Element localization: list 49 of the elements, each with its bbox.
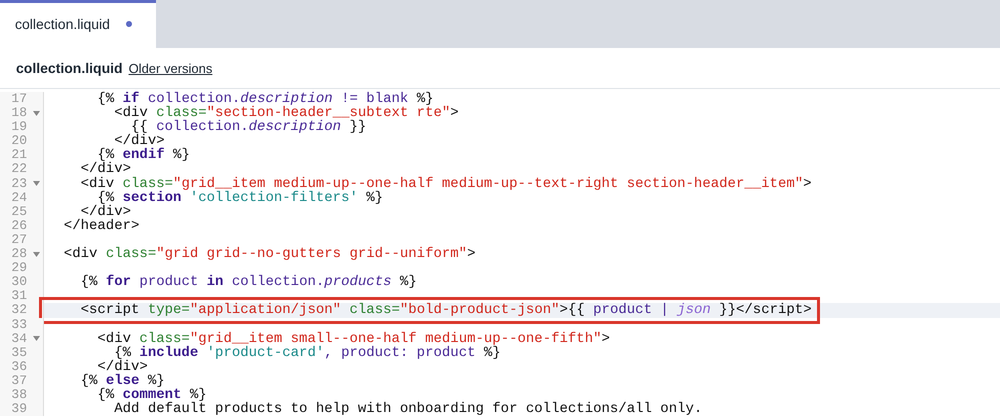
fold-caret-icon[interactable]: [32, 110, 40, 116]
code-line: {% comment %}: [97, 388, 207, 402]
line-number: 24: [11, 190, 28, 205]
file-title: collection.liquid: [16, 60, 123, 76]
code-line: </header>: [62, 218, 140, 233]
code-line: </div>: [97, 360, 148, 374]
code-line: <div class="section-header__subtext rte">: [113, 106, 459, 120]
line-number: 39: [11, 402, 28, 416]
line-number: 37: [11, 374, 28, 388]
code-line: {{ collection.description }}: [131, 120, 366, 134]
line-number: 31: [11, 289, 28, 304]
line-number: 18: [11, 106, 28, 120]
line-number: 21: [11, 148, 28, 162]
line-number: 27: [11, 232, 28, 248]
line-number: 33: [11, 318, 28, 332]
code-line: {% section 'collection-filters' %}: [97, 190, 384, 205]
code-line: <script type="application/json" class="bold-product-json">{{ product | json }}</script>: [80, 303, 812, 318]
line-number: 29: [11, 261, 28, 276]
fold-caret-icon[interactable]: [32, 181, 40, 186]
code-line: {% if collection.description != blank %}: [96, 92, 434, 106]
code-line: {% else %}: [80, 374, 165, 388]
line-number: 25: [11, 204, 28, 219]
code-line: <div class="grid__item medium-up--one-half medium-up--text-right section-header__item">: [80, 176, 812, 191]
line-number: 32: [11, 303, 28, 318]
line-number: 22: [11, 162, 28, 177]
code-line: <div class="grid__item small--one-half medium-up--one-fifth">: [96, 332, 610, 346]
fold-caret-icon[interactable]: [32, 252, 40, 257]
code-line: <div class="grid grid--no-gutters grid--uniform">: [62, 247, 476, 262]
line-number: 26: [11, 218, 28, 233]
line-number: 28: [11, 247, 28, 262]
line-number: 30: [11, 275, 28, 290]
code-line: </div>: [80, 162, 132, 177]
code-line: {% endif %}: [97, 148, 190, 162]
code-line: </div>: [80, 204, 132, 219]
code-line: </div>: [114, 134, 165, 148]
code-line: Add default products to help with onboarding for collections/all only.: [113, 402, 702, 416]
code-line: {% include 'product-card', product: product %}: [114, 346, 501, 360]
older-versions-link[interactable]: Older versions: [128, 60, 212, 76]
code-line: {% for product in collection.products %}: [80, 275, 417, 290]
line-number: 35: [11, 346, 28, 360]
line-number: 36: [11, 360, 28, 374]
line-number: 20: [11, 134, 28, 148]
file-tab[interactable]: collection.liquid: [0, 0, 156, 48]
line-number: 38: [11, 388, 28, 402]
line-number: 34: [11, 332, 28, 346]
fold-caret-icon[interactable]: [32, 336, 40, 342]
line-number: 23: [11, 176, 28, 191]
line-number: 19: [11, 120, 28, 134]
line-number: 17: [11, 92, 28, 106]
